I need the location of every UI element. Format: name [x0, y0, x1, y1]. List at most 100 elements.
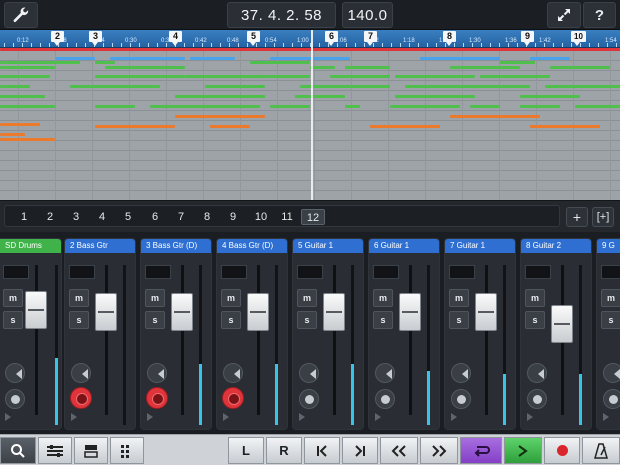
play-button[interactable] — [504, 437, 542, 464]
midi-event[interactable] — [270, 105, 310, 108]
record-arm-button[interactable] — [451, 389, 471, 409]
rewind-button[interactable] — [380, 437, 418, 464]
settings-wrench-button[interactable] — [4, 2, 38, 28]
midi-event[interactable] — [420, 57, 500, 60]
search-button[interactable] — [0, 437, 36, 464]
midi-event[interactable] — [175, 95, 265, 98]
midi-event[interactable] — [95, 105, 135, 108]
volume-fader-track[interactable] — [485, 265, 488, 415]
midi-event[interactable] — [470, 105, 500, 108]
midi-event[interactable] — [370, 125, 440, 128]
monitor-button[interactable] — [375, 363, 395, 383]
midi-event[interactable] — [0, 138, 55, 141]
solo-button[interactable]: s — [221, 311, 241, 329]
monitor-button[interactable] — [527, 363, 547, 383]
monitor-button[interactable] — [451, 363, 471, 383]
tempo-display[interactable]: 140.0 — [342, 2, 393, 28]
midi-event[interactable] — [310, 66, 335, 69]
midi-event[interactable] — [300, 85, 390, 88]
go-to-end-button[interactable] — [342, 437, 378, 464]
expand-arrow-icon[interactable] — [147, 413, 153, 421]
mute-button[interactable]: m — [601, 289, 620, 307]
help-button[interactable]: ? — [583, 2, 616, 28]
right-locator-button[interactable]: R — [266, 437, 302, 464]
loop-button[interactable] — [460, 437, 502, 464]
playhead[interactable] — [311, 30, 313, 202]
midi-event[interactable] — [205, 85, 265, 88]
volume-fader[interactable] — [95, 293, 117, 331]
volume-fader[interactable] — [399, 293, 421, 331]
scene-button-10[interactable]: 10 — [249, 209, 273, 225]
record-arm-button[interactable] — [146, 387, 168, 409]
expand-arrow-icon[interactable] — [451, 413, 457, 421]
channel-name[interactable]: 6 Guitar 1 — [369, 239, 439, 253]
expand-arrow-icon[interactable] — [375, 413, 381, 421]
scene-button-1[interactable]: 1 — [14, 209, 34, 225]
record-arm-button[interactable] — [603, 389, 620, 409]
midi-event[interactable] — [550, 66, 610, 69]
scene-button-2[interactable]: 2 — [40, 209, 60, 225]
fast-forward-button[interactable] — [420, 437, 458, 464]
marker-flag[interactable]: 6 — [325, 31, 338, 46]
midi-event[interactable] — [0, 123, 40, 126]
expand-arrow-icon[interactable] — [603, 413, 609, 421]
volume-fader-track[interactable] — [409, 265, 412, 415]
midi-event[interactable] — [0, 61, 80, 64]
marker-flag[interactable]: 9 — [521, 31, 534, 46]
record-arm-button[interactable] — [375, 389, 395, 409]
mute-button[interactable]: m — [297, 289, 317, 307]
channel-name[interactable]: 5 Guitar 1 — [293, 239, 363, 253]
midi-event[interactable] — [185, 75, 270, 78]
mute-button[interactable]: m — [3, 289, 23, 307]
midi-event[interactable] — [520, 95, 580, 98]
midi-event[interactable] — [295, 95, 345, 98]
marker-flag[interactable]: 3 — [89, 31, 102, 46]
midi-event[interactable] — [345, 105, 360, 108]
expand-arrow-icon[interactable] — [5, 413, 11, 421]
marker-flag[interactable]: 5 — [247, 31, 260, 46]
mute-button[interactable]: m — [373, 289, 393, 307]
midi-event[interactable] — [0, 105, 55, 108]
volume-fader[interactable] — [247, 293, 269, 331]
mute-button[interactable]: m — [69, 289, 89, 307]
midi-event[interactable] — [480, 75, 550, 78]
midi-event[interactable] — [0, 85, 30, 88]
record-arm-button[interactable] — [70, 387, 92, 409]
midi-event[interactable] — [450, 115, 540, 118]
midi-event[interactable] — [150, 105, 260, 108]
midi-event[interactable] — [110, 57, 185, 60]
mute-button[interactable]: m — [525, 289, 545, 307]
midi-event[interactable] — [500, 61, 535, 64]
midi-event[interactable] — [0, 75, 50, 78]
solo-button[interactable]: s — [3, 311, 23, 329]
volume-fader-track[interactable] — [105, 265, 108, 415]
marker-flag[interactable]: 2 — [51, 31, 64, 46]
midi-event[interactable] — [450, 66, 520, 69]
volume-fader-track[interactable] — [35, 265, 38, 415]
add-track-button[interactable]: [+] — [592, 207, 614, 227]
scene-button-5[interactable]: 5 — [118, 209, 138, 225]
solo-button[interactable]: s — [449, 311, 469, 329]
scene-button-6[interactable]: 6 — [145, 209, 165, 225]
midi-event[interactable] — [0, 133, 25, 136]
midi-event[interactable] — [530, 125, 600, 128]
midi-event[interactable] — [330, 75, 390, 78]
scene-button-3[interactable]: 3 — [66, 209, 86, 225]
record-arm-button[interactable] — [222, 387, 244, 409]
mixer-view-button[interactable] — [38, 437, 72, 464]
expand-arrow-icon[interactable] — [223, 413, 229, 421]
channel-name[interactable]: SD Drums — [0, 239, 61, 253]
sync-button[interactable] — [547, 2, 581, 28]
marker-flag[interactable]: 4 — [169, 31, 182, 46]
expand-arrow-icon[interactable] — [299, 413, 305, 421]
midi-event[interactable] — [0, 95, 45, 98]
midi-event[interactable] — [190, 57, 235, 60]
go-to-start-button[interactable] — [304, 437, 340, 464]
midi-event[interactable] — [95, 125, 175, 128]
record-arm-button[interactable] — [299, 389, 319, 409]
midi-event[interactable] — [270, 57, 350, 60]
scene-button-4[interactable]: 4 — [92, 209, 112, 225]
monitor-button[interactable] — [71, 363, 91, 383]
arrange-area[interactable] — [0, 48, 620, 200]
add-scene-button[interactable]: + — [566, 207, 588, 227]
